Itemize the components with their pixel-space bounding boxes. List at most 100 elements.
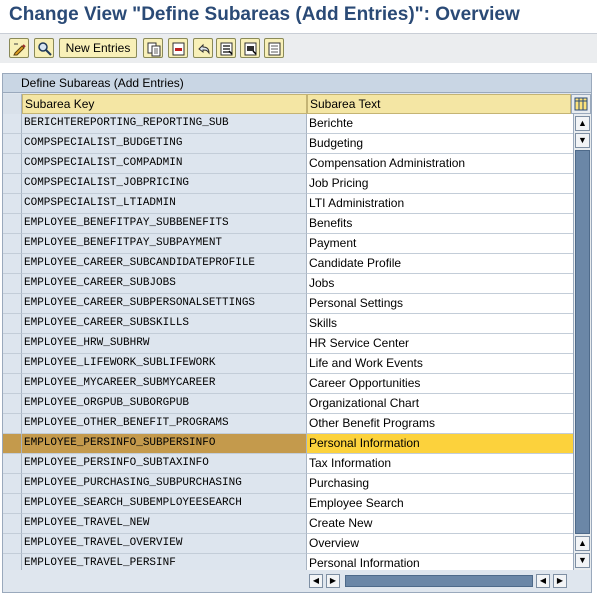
scroll-far-left-button[interactable]: ◀: [536, 574, 550, 588]
row-selector[interactable]: [3, 254, 22, 274]
row-selector[interactable]: [3, 474, 22, 494]
subarea-text-input[interactable]: Purchasing: [307, 474, 573, 494]
row-selector[interactable]: [3, 234, 22, 254]
subarea-text-input[interactable]: Benefits: [307, 214, 573, 234]
subarea-text-input[interactable]: Create New: [307, 514, 573, 534]
subarea-text-input[interactable]: Life and Work Events: [307, 354, 573, 374]
table-row[interactable]: EMPLOYEE_MYCAREER_SUBMYCAREER Career Oppo…: [3, 374, 573, 394]
table-row[interactable]: EMPLOYEE_CAREER_SUBSKILLS Skills: [3, 314, 573, 334]
table-row[interactable]: EMPLOYEE_TRAVEL_NEW Create New: [3, 514, 573, 534]
row-selector[interactable]: [3, 174, 22, 194]
subarea-text-input[interactable]: Skills: [307, 314, 573, 334]
table-row[interactable]: EMPLOYEE_TRAVEL_PERSINF Personal Informat…: [3, 554, 573, 570]
row-selector[interactable]: [3, 414, 22, 434]
table-row[interactable]: EMPLOYEE_BENEFITPAY_SUBBENEFITS Benefits: [3, 214, 573, 234]
subarea-text-input[interactable]: LTI Administration: [307, 194, 573, 214]
undo-change-icon: [198, 43, 210, 55]
row-selector[interactable]: [3, 554, 22, 570]
row-selector[interactable]: [3, 294, 22, 314]
row-selector[interactable]: [3, 534, 22, 554]
row-selector[interactable]: [3, 134, 22, 154]
delete-button[interactable]: [168, 38, 188, 58]
table-row[interactable]: EMPLOYEE_CAREER_SUBPERSONALSETTINGS Perso…: [3, 294, 573, 314]
select-block-button[interactable]: [240, 38, 260, 58]
edit-toggle-button[interactable]: [9, 38, 29, 58]
undo-change-button[interactable]: [193, 38, 213, 58]
scroll-left-button[interactable]: ◀: [309, 574, 323, 588]
row-selector[interactable]: [3, 354, 22, 374]
table-row[interactable]: EMPLOYEE_TRAVEL_OVERVIEW Overview: [3, 534, 573, 554]
table-row[interactable]: EMPLOYEE_PURCHASING_SUBPURCHASING Purchas…: [3, 474, 573, 494]
table-row[interactable]: EMPLOYEE_PERSINFO_SUBTAXINFO Tax Informat…: [3, 454, 573, 474]
scroll-page-up-button[interactable]: ▲: [575, 116, 590, 131]
table-row[interactable]: COMPSPECIALIST_BUDGETING Budgeting: [3, 134, 573, 154]
row-selector[interactable]: [3, 334, 22, 354]
deselect-all-icon: [268, 42, 281, 56]
table-row[interactable]: EMPLOYEE_SEARCH_SUBEMPLOYEESEARCH Employe…: [3, 494, 573, 514]
select-all-rows-cell[interactable]: [3, 94, 22, 114]
deselect-all-button[interactable]: [264, 38, 284, 58]
row-selector[interactable]: [3, 434, 22, 454]
row-selector[interactable]: [3, 454, 22, 474]
table-row[interactable]: COMPSPECIALIST_JOBPRICING Job Pricing: [3, 174, 573, 194]
subarea-text-input[interactable]: Personal Settings: [307, 294, 573, 314]
row-selector[interactable]: [3, 154, 22, 174]
new-entries-button[interactable]: New Entries: [59, 38, 137, 58]
subarea-text-input[interactable]: Budgeting: [307, 134, 573, 154]
column-header-subarea-text[interactable]: Subarea Text: [307, 94, 571, 114]
subarea-text-input[interactable]: Payment: [307, 234, 573, 254]
table-row[interactable]: BERICHTEREPORTING_REPORTING_SUB Berichte: [3, 114, 573, 134]
row-selector[interactable]: [3, 274, 22, 294]
scroll-up-button[interactable]: ▼: [575, 133, 590, 148]
subarea-text-input[interactable]: Tax Information: [307, 454, 573, 474]
subarea-text-input[interactable]: Candidate Profile: [307, 254, 573, 274]
row-selector[interactable]: [3, 394, 22, 414]
horizontal-scroll-thumb[interactable]: [345, 575, 533, 587]
row-selector[interactable]: [3, 374, 22, 394]
subarea-key-cell: EMPLOYEE_BENEFITPAY_SUBPAYMENT: [22, 234, 307, 254]
copy-as-icon: [147, 42, 161, 57]
scroll-down-button[interactable]: ▲: [575, 536, 590, 551]
table-row[interactable]: EMPLOYEE_PERSINFO_SUBPERSINFO Personal In…: [3, 434, 573, 454]
subarea-text-input[interactable]: Jobs: [307, 274, 573, 294]
row-selector[interactable]: [3, 494, 22, 514]
subarea-text-input[interactable]: Other Benefit Programs: [307, 414, 573, 434]
table-row[interactable]: EMPLOYEE_OTHER_BENEFIT_PROGRAMS Other Ben…: [3, 414, 573, 434]
table-row[interactable]: COMPSPECIALIST_COMPADMIN Compensation Adm…: [3, 154, 573, 174]
row-selector[interactable]: [3, 114, 22, 134]
row-selector[interactable]: [3, 314, 22, 334]
subarea-key-cell: COMPSPECIALIST_JOBPRICING: [22, 174, 307, 194]
table-row[interactable]: COMPSPECIALIST_LTIADMIN LTI Administratio…: [3, 194, 573, 214]
vertical-scrollbar[interactable]: ▲ ▼ ▲ ▼: [573, 114, 591, 570]
subarea-text-input[interactable]: Overview: [307, 534, 573, 554]
scroll-page-down-button[interactable]: ▼: [575, 553, 590, 568]
subarea-text-input[interactable]: Personal Information: [307, 434, 573, 454]
copy-as-button[interactable]: [143, 38, 163, 58]
table-row[interactable]: EMPLOYEE_CAREER_SUBCANDIDATEPROFILE Candi…: [3, 254, 573, 274]
display-button[interactable]: [34, 38, 54, 58]
table-row[interactable]: EMPLOYEE_LIFEWORK_SUBLIFEWORK Life and Wo…: [3, 354, 573, 374]
subarea-text-input[interactable]: Career Opportunities: [307, 374, 573, 394]
subarea-text-input[interactable]: Job Pricing: [307, 174, 573, 194]
subarea-text-input[interactable]: Organizational Chart: [307, 394, 573, 414]
table-row[interactable]: EMPLOYEE_HRW_SUBHRW HR Service Center: [3, 334, 573, 354]
table-row[interactable]: EMPLOYEE_ORGPUB_SUBORGPUB Organizational …: [3, 394, 573, 414]
subarea-text-input[interactable]: Personal Information: [307, 554, 573, 570]
subarea-text-input[interactable]: Berichte: [307, 114, 573, 134]
table-row[interactable]: EMPLOYEE_CAREER_SUBJOBS Jobs: [3, 274, 573, 294]
subarea-text-input[interactable]: Compensation Administration: [307, 154, 573, 174]
horizontal-scrollbar[interactable]: ◀ ▶ ◀ ▶: [3, 570, 591, 592]
vertical-scroll-thumb[interactable]: [575, 150, 590, 534]
subarea-text-input[interactable]: Employee Search: [307, 494, 573, 514]
table-settings-button[interactable]: [571, 94, 591, 114]
scroll-right-button[interactable]: ▶: [326, 574, 340, 588]
row-selector[interactable]: [3, 194, 22, 214]
table-row[interactable]: EMPLOYEE_BENEFITPAY_SUBPAYMENT Payment: [3, 234, 573, 254]
select-all-button[interactable]: [216, 38, 236, 58]
scroll-far-right-button[interactable]: ▶: [553, 574, 567, 588]
row-selector[interactable]: [3, 514, 22, 534]
row-selector[interactable]: [3, 214, 22, 234]
subarea-text-input[interactable]: HR Service Center: [307, 334, 573, 354]
column-header-subarea-key[interactable]: Subarea Key: [22, 94, 307, 114]
edit-pencil-icon: [13, 43, 26, 56]
